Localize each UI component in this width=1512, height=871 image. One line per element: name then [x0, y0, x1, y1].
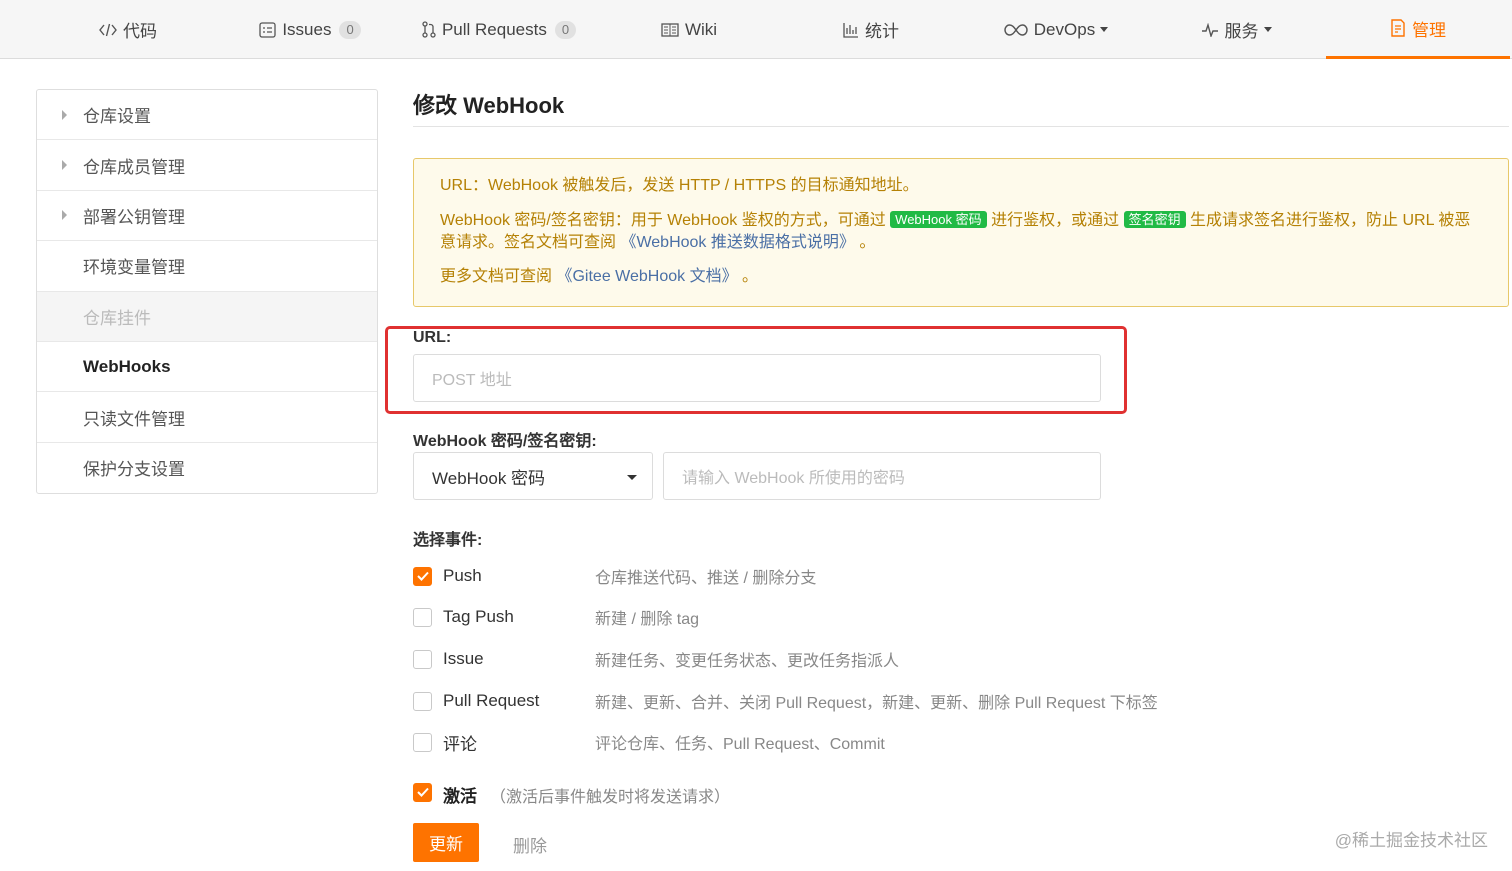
- tab-wiki-label: Wiki: [684, 19, 718, 39]
- secret-type-value: WebHook 密码: [432, 468, 546, 488]
- tab-services-label: 服务: [1224, 22, 1259, 41]
- sidebar-item-env-vars[interactable]: 环境变量管理: [37, 241, 377, 292]
- sidebar-item-label: 环境变量管理: [83, 258, 185, 278]
- pulse-icon: [1201, 22, 1219, 37]
- pull-request-checkbox[interactable]: [413, 691, 432, 711]
- tab-manage-label: 管理: [1412, 20, 1446, 40]
- notice-text: 。: [742, 268, 759, 285]
- tab-devops[interactable]: DevOps: [994, 0, 1118, 59]
- event-desc: 仓库推送代码、推送 / 删除分支: [595, 570, 817, 587]
- activate-label: 激活: [443, 787, 477, 806]
- sidebar-item-label: 部署公钥管理: [83, 207, 185, 227]
- event-desc: 新建、更新、合并、关闭 Pull Request，新建、更新、删除 Pull R…: [595, 695, 1158, 712]
- sidebar-item-label: 仓库挂件: [83, 308, 151, 328]
- webhook-password-tag: WebHook 密码: [890, 211, 987, 228]
- event-name: Issue: [443, 649, 484, 668]
- page-title: 修改 WebHook: [413, 93, 565, 118]
- notice-text: 进行鉴权，或通过: [991, 212, 1120, 229]
- event-desc: 评论仓库、任务、Pull Request、Commit: [595, 736, 885, 753]
- comment-checkbox[interactable]: [413, 732, 432, 752]
- tab-pull-requests-label: Pull Requests: [441, 19, 547, 39]
- sidebar-item-repo-settings[interactable]: 仓库设置: [37, 90, 377, 141]
- repo-top-nav: 代码 Issues 0 Pull Requests 0 Wiki 统计 DevO…: [0, 0, 1512, 59]
- chevron-down-icon: [627, 475, 637, 480]
- delete-button[interactable]: 删除: [513, 832, 547, 857]
- sidebar-item-members[interactable]: 仓库成员管理: [37, 140, 377, 191]
- events-label: 选择事件:: [413, 532, 483, 549]
- push-format-doc-link[interactable]: 《WebHook 推送数据格式说明》: [620, 234, 854, 251]
- notice-text: 。: [859, 234, 876, 251]
- tab-stats-label: 统计: [865, 22, 899, 41]
- tab-code[interactable]: 代码: [88, 0, 168, 59]
- event-row-push: Push 仓库推送代码、推送 / 删除分支: [413, 564, 816, 588]
- event-name: Pull Request: [443, 691, 540, 710]
- check-icon: [416, 571, 429, 581]
- url-input[interactable]: POST 地址: [413, 354, 1101, 402]
- tab-code-label: 代码: [123, 22, 157, 41]
- pull-request-icon: [422, 21, 436, 38]
- tab-wiki[interactable]: Wiki: [654, 0, 724, 59]
- activate-checkbox[interactable]: [413, 782, 432, 802]
- event-row-tag-push: Tag Push 新建 / 删除 tag: [413, 605, 699, 629]
- event-name: 评论: [443, 734, 477, 754]
- chart-icon: [843, 22, 859, 38]
- webhook-info-notice: URL：WebHook 被触发后，发送 HTTP / HTTPS 的目标通知地址…: [413, 158, 1509, 307]
- tab-devops-label: DevOps: [1033, 19, 1096, 39]
- signature-key-tag: 签名密钥: [1123, 211, 1186, 228]
- issues-icon: [259, 21, 276, 38]
- event-name: Push: [443, 566, 482, 585]
- notice-more-docs-line: 更多文档可查阅 《Gitee WebHook 文档》 。: [440, 266, 1482, 288]
- sidebar-item-label: WebHooks: [83, 356, 171, 376]
- infinity-icon: [1004, 23, 1028, 36]
- notice-text: 更多文档可查阅: [440, 268, 553, 285]
- sidebar-item-widgets: 仓库挂件: [37, 291, 377, 342]
- check-icon: [416, 787, 429, 797]
- update-button[interactable]: 更新: [413, 823, 479, 862]
- sidebar-item-label: 保护分支设置: [83, 460, 185, 480]
- settings-sidebar: 仓库设置 仓库成员管理 部署公钥管理 环境变量管理 仓库挂件 WebHooks …: [36, 89, 378, 495]
- chevron-down-icon: [1263, 27, 1272, 32]
- chevron-down-icon: [1100, 27, 1109, 32]
- secret-input[interactable]: 请输入 WebHook 所使用的密码: [663, 452, 1101, 500]
- event-row-issue: Issue 新建任务、变更任务状态、更改任务指派人: [413, 647, 899, 671]
- issues-count-badge: 0: [339, 20, 361, 39]
- activate-row: [413, 780, 432, 804]
- issue-checkbox[interactable]: [413, 649, 432, 669]
- sidebar-item-label: 只读文件管理: [83, 409, 185, 429]
- secret-label: WebHook 密码/签名密钥:: [413, 433, 597, 450]
- url-label: URL:: [413, 329, 452, 346]
- sidebar-item-readonly-files[interactable]: 只读文件管理: [37, 392, 377, 443]
- sidebar-item-protected-branches[interactable]: 保护分支设置: [37, 443, 377, 493]
- watermark: @稀土掘金技术社区: [1334, 831, 1488, 850]
- code-icon: [99, 22, 117, 38]
- sidebar-item-webhooks[interactable]: WebHooks: [37, 342, 377, 393]
- manage-icon: [1390, 19, 1406, 37]
- tab-issues[interactable]: Issues 0: [254, 0, 366, 59]
- activate-desc: （激活后事件触发时将发送请求）: [490, 789, 731, 806]
- tab-issues-label: Issues: [282, 19, 332, 39]
- gitee-webhook-doc-link[interactable]: 《Gitee WebHook 文档》: [556, 268, 737, 285]
- tab-services[interactable]: 服务: [1194, 0, 1278, 59]
- notice-url-line: URL：WebHook 被触发后，发送 HTTP / HTTPS 的目标通知地址…: [440, 177, 919, 194]
- notice-secret-line: WebHook 密码/签名密钥：用于 WebHook 鉴权的方式，可通过 Web…: [440, 210, 1482, 254]
- sidebar-item-deploy-keys[interactable]: 部署公钥管理: [37, 191, 377, 242]
- secret-type-select[interactable]: WebHook 密码: [413, 452, 653, 500]
- tab-manage[interactable]: 管理: [1326, 0, 1510, 59]
- event-desc: 新建任务、变更任务状态、更改任务指派人: [595, 653, 900, 670]
- event-row-pull-request: Pull Request 新建、更新、合并、关闭 Pull Request，新建…: [413, 689, 1158, 713]
- event-name: Tag Push: [443, 607, 514, 626]
- title-divider: [413, 126, 1509, 127]
- sidebar-item-label: 仓库设置: [83, 107, 151, 127]
- tab-stats[interactable]: 统计: [836, 0, 906, 59]
- notice-text: WebHook 密码/签名密钥：用于 WebHook 鉴权的方式，可通过: [440, 212, 886, 229]
- pull-requests-count-badge: 0: [554, 20, 577, 39]
- wiki-icon: [661, 22, 679, 37]
- tab-pull-requests[interactable]: Pull Requests 0: [414, 0, 584, 59]
- sidebar-item-label: 仓库成员管理: [83, 157, 185, 177]
- tag-push-checkbox[interactable]: [413, 607, 432, 627]
- event-desc: 新建 / 删除 tag: [595, 611, 700, 628]
- event-row-comment: 评论 评论仓库、任务、Pull Request、Commit: [413, 730, 885, 754]
- push-checkbox[interactable]: [413, 566, 432, 586]
